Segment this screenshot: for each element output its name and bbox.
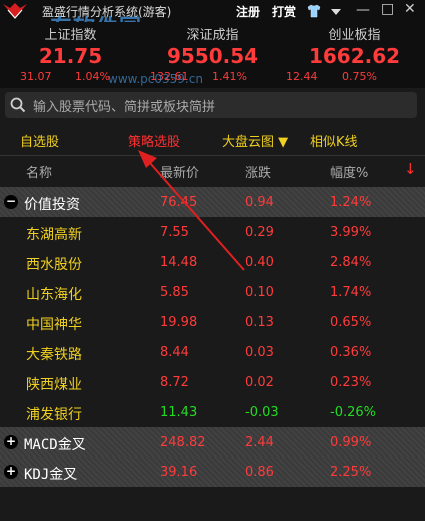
cell-pct: 1.74% [330,285,372,300]
cell-change: 0.40 [245,255,274,270]
empty-area [0,488,425,521]
index-pct: 1.04% [75,70,110,83]
cell-price: 8.44 [160,345,189,360]
cell-change: 0.29 [245,225,274,240]
cell-price: 19.98 [160,315,198,330]
table-row[interactable]: 东湖高新 7.55 0.29 3.99% [0,217,425,247]
tab-similar-kline[interactable]: 相似K线 [310,131,358,150]
tab-market-cloud[interactable]: 大盘云图 ▼ [222,131,288,150]
watermark-url: www.pc0359.cn [108,72,203,86]
app-logo-icon [3,3,27,19]
index-change: 31.07 [20,70,52,83]
cell-change: 0.03 [245,345,274,360]
cell-price: 39.16 [160,465,198,480]
expand-icon[interactable]: + [4,465,18,479]
minimize-icon[interactable]: — [356,2,370,18]
cell-name: 山东海化 [26,287,82,303]
search-input[interactable]: 输入股票代码、简拼或板块简拼 [33,96,215,115]
cell-pct: 3.99% [330,225,372,240]
table-row[interactable]: 陕西煤业 8.72 0.02 0.23% [0,367,425,397]
index-value: 9550.54 [166,44,259,68]
cell-price: 11.43 [160,405,198,420]
cell-name: 大秦铁路 [26,347,82,363]
cell-name: MACD金叉 [24,437,86,453]
header-price[interactable]: 最新价 [160,162,199,181]
shirt-icon[interactable] [306,3,322,19]
cell-price: 14.48 [160,255,198,270]
index-shenzhen[interactable]: 深证成指 9550.54 [142,22,283,68]
tab-watchlist[interactable]: 自选股 [20,131,59,150]
cell-pct: 0.23% [330,375,372,390]
cell-price: 7.55 [160,225,189,240]
cell-pct: 2.84% [330,255,372,270]
cell-price: 76.45 [160,195,198,210]
index-value: 1662.62 [308,44,401,68]
cell-change: 2.44 [245,435,274,450]
index-name: 深证成指 [186,28,239,43]
search-bar[interactable]: 输入股票代码、简拼或板块简拼 [5,92,417,118]
index-name: 上证指数 [44,28,97,43]
cell-name: 陕西煤业 [26,377,82,393]
tab-strategy-picker[interactable]: 策略选股 [128,131,180,150]
index-value: 21.75 [38,44,103,68]
table-row[interactable]: 大秦铁路 8.44 0.03 0.36% [0,337,425,367]
index-chinext[interactable]: 创业板指 1662.62 [284,22,425,68]
table-group-row[interactable]: + KDJ金叉 39.16 0.86 2.25% [0,457,425,487]
cell-price: 248.82 [160,435,206,450]
table-group-row[interactable]: + MACD金叉 248.82 2.44 0.99% [0,427,425,457]
sort-down-icon[interactable]: ↓ [404,160,417,178]
cell-change: -0.03 [245,405,279,420]
table-group-row[interactable]: − 价值投资 76.45 0.94 1.24% [0,187,425,217]
search-icon [10,97,26,113]
header-pct[interactable]: 幅度% [330,162,368,181]
cell-price: 8.72 [160,375,189,390]
header-name[interactable]: 名称 [26,162,52,181]
cell-change: 0.02 [245,375,274,390]
menu-arrow-icon[interactable] [328,4,344,20]
cell-name: 价值投资 [24,197,80,213]
table-row[interactable]: 山东海化 5.85 0.10 1.74% [0,277,425,307]
cell-pct: -0.26% [330,405,376,420]
cell-pct: 0.99% [330,435,372,450]
index-name: 创业板指 [328,28,381,43]
index-change: 12.44 [286,70,318,83]
expand-icon[interactable]: + [4,435,18,449]
close-icon[interactable]: ✕ [404,1,416,17]
table-row[interactable]: 西水股份 14.48 0.40 2.84% [0,247,425,277]
cell-name: 中国神华 [26,317,82,333]
reward-link[interactable]: 打赏 [272,3,296,20]
cell-name: 浦发银行 [26,407,82,423]
index-pct: 1.41% [212,70,247,83]
maximize-icon[interactable]: □ [381,1,394,17]
header-change[interactable]: 涨跌 [245,162,271,181]
cell-pct: 1.24% [330,195,372,210]
cell-change: 0.94 [245,195,274,210]
index-pct: 0.75% [342,70,377,83]
tab-bar: 自选股 策略选股 大盘云图 ▼ 相似K线 [0,125,425,156]
index-strip: 上证指数 21.75 31.07 1.04% 深证成指 9550.54 132.… [0,22,425,88]
table-row[interactable]: 中国神华 19.98 0.13 0.65% [0,307,425,337]
cell-change: 0.86 [245,465,274,480]
cell-change: 0.13 [245,315,274,330]
table-row[interactable]: 浦发银行 11.43 -0.03 -0.26% [0,397,425,427]
collapse-icon[interactable]: − [4,195,18,209]
register-link[interactable]: 注册 [236,3,260,20]
table-header: 名称 最新价 涨跌 幅度% ↓ [0,157,425,185]
cell-change: 0.10 [245,285,274,300]
cell-name: KDJ金叉 [24,467,78,483]
cell-pct: 0.65% [330,315,372,330]
cell-pct: 2.25% [330,465,372,480]
cell-pct: 0.36% [330,345,372,360]
index-shanghai[interactable]: 上证指数 21.75 [0,22,141,68]
cell-name: 东湖高新 [26,227,82,243]
cell-name: 西水股份 [26,257,82,273]
cell-price: 5.85 [160,285,189,300]
